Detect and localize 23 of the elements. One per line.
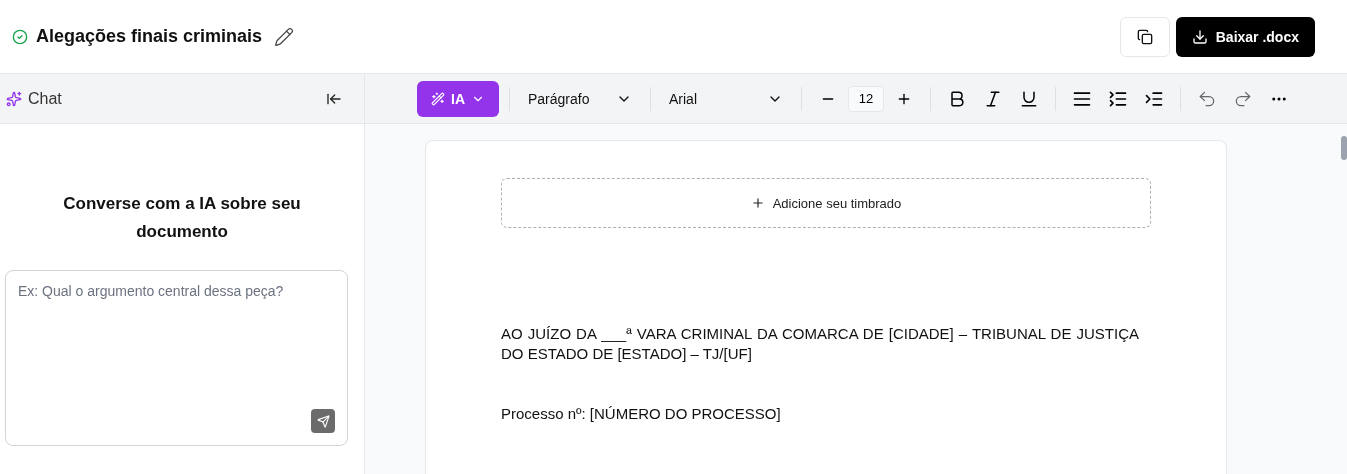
font-size-field[interactable]: 12 (848, 85, 884, 112)
chat-heading: Converse com a IA sobre seu documento (62, 193, 302, 243)
plus-icon (750, 196, 765, 210)
download-button[interactable]: Baixar .docx (1175, 16, 1315, 57)
copy-button[interactable] (1119, 16, 1170, 57)
send-button[interactable] (311, 409, 335, 433)
edit-icon[interactable] (274, 26, 295, 47)
ai-button[interactable]: IA (417, 80, 499, 117)
magic-wand-icon (431, 91, 445, 106)
font-select[interactable]: Arial (661, 90, 791, 107)
send-icon (316, 414, 330, 428)
copy-icon (1136, 28, 1153, 45)
document-paragraph: AO JUÍZO DA ___ª VARA CRIMINAL DA COMARCA DE [CIDADE] – TRIBUNAL DE JUSTIÇA DO ESTADO DE [ESTADO] – TJ/[UF] (501, 324, 1139, 364)
check-circle-icon (12, 28, 28, 45)
sparkles-icon (6, 90, 22, 107)
paragraph-style-select[interactable]: Parágrafo (520, 90, 640, 107)
chat-title: Chat (28, 89, 63, 108)
document-paragraph: Processo nº: [NÚMERO DO PROCESSO] (501, 404, 782, 424)
add-letterhead-button[interactable]: Adicione seu timbrado (501, 178, 1151, 228)
document-title: Alegações finais criminais (36, 26, 263, 47)
download-icon (1191, 28, 1208, 45)
chat-input-field[interactable]: Ex: Qual o argumento central dessa peça? (5, 270, 348, 446)
scrollbar-thumb[interactable] (1341, 136, 1347, 160)
